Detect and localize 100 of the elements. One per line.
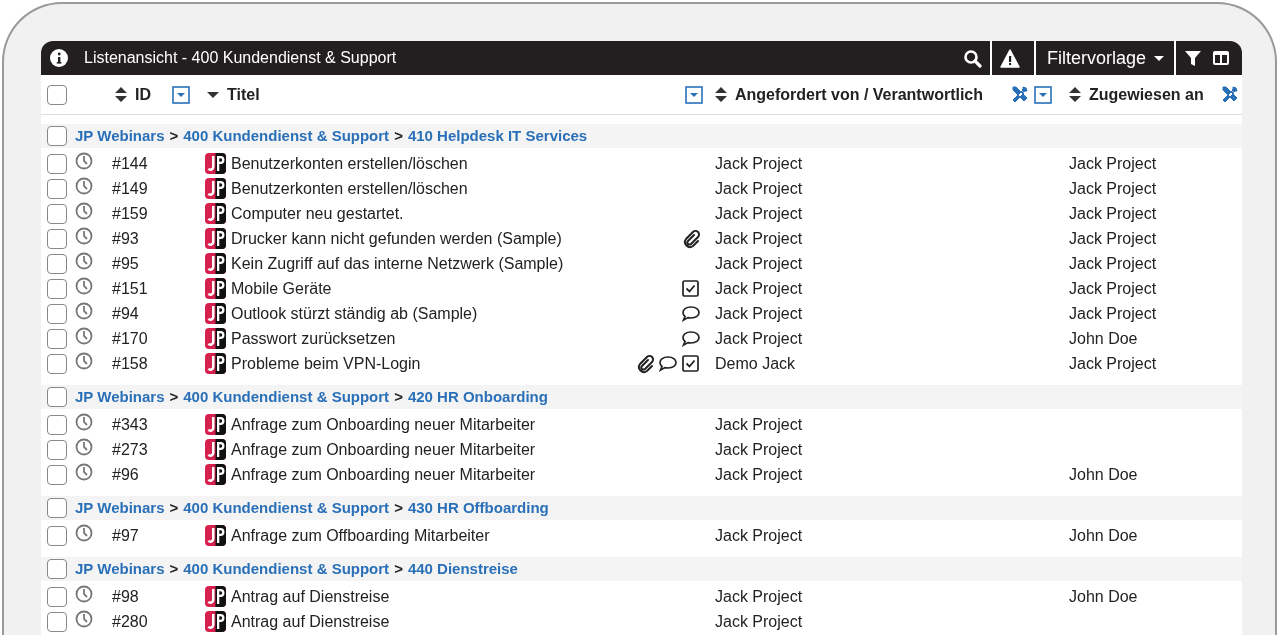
clock-icon xyxy=(75,251,93,270)
requester-name: Jack Project xyxy=(715,328,803,349)
sort-icon[interactable] xyxy=(1069,87,1081,102)
checkbox[interactable] xyxy=(47,498,67,518)
requester-name: Jack Project xyxy=(715,414,803,435)
checkbox[interactable] xyxy=(47,559,67,579)
checkbox-icon xyxy=(681,353,701,374)
column-header[interactable]: Angefordert von / Verantwortlich xyxy=(735,82,984,107)
ticket-title[interactable]: Drucker kann nicht gefunden werden (Sample) xyxy=(231,226,562,251)
ticket-title[interactable]: Anfrage zum Onboarding neuer Mitarbeiter xyxy=(231,412,536,437)
app-logo-icon xyxy=(205,203,226,224)
ticket-title[interactable]: Outlook stürzt ständig ab (Sample) xyxy=(231,301,478,326)
breadcrumb-link[interactable]: 430 HR Offboarding xyxy=(407,496,549,520)
ticket-title[interactable]: Anfrage zum Onboarding neuer Mitarbeiter xyxy=(231,437,536,462)
checkbox[interactable] xyxy=(47,126,67,146)
checkbox[interactable] xyxy=(47,253,67,274)
checkbox[interactable] xyxy=(47,328,67,349)
ticket-title[interactable]: Benutzerkonten erstellen/löschen xyxy=(231,176,468,201)
ticket-title[interactable]: Computer neu gestartet. xyxy=(231,201,404,226)
assignee-name: John Doe xyxy=(1069,586,1138,607)
app-logo-icon xyxy=(205,228,226,249)
requester-name: Jack Project xyxy=(715,203,803,224)
checkbox[interactable] xyxy=(47,464,67,485)
app-logo-icon xyxy=(205,303,226,324)
ticket-title[interactable]: Antrag auf Dienstreise xyxy=(231,609,390,634)
filter-icon xyxy=(1184,49,1202,67)
sort-icon[interactable] xyxy=(715,87,727,102)
breadcrumb-link[interactable]: JP Webinars xyxy=(75,496,165,520)
ticket-title[interactable]: Mobile Geräte xyxy=(231,276,332,301)
filter-button[interactable] xyxy=(1184,49,1202,67)
checkbox[interactable] xyxy=(47,525,67,546)
ticket-id: #96 xyxy=(112,464,139,485)
ticket-title[interactable]: Probleme beim VPN-Login xyxy=(231,351,421,376)
breadcrumb-link[interactable]: JP Webinars xyxy=(75,385,165,409)
column-filter-icon[interactable] xyxy=(685,85,703,104)
warning-button[interactable] xyxy=(999,48,1020,68)
column-filter-icon[interactable] xyxy=(172,85,190,104)
paperclip-icon xyxy=(681,228,701,249)
breadcrumb-link[interactable]: 400 Kundendienst & Support xyxy=(183,385,390,409)
ticket-id: #93 xyxy=(112,228,139,249)
checkbox[interactable] xyxy=(47,203,67,224)
filter-template-dropdown[interactable]: Filtervorlage xyxy=(1046,44,1164,72)
ticket-title[interactable]: Kein Zugriff auf das interne Netzwerk (Sample) xyxy=(231,251,564,276)
sort-icon[interactable] xyxy=(115,87,127,102)
assignee-name: Jack Project xyxy=(1069,228,1157,249)
checkbox[interactable] xyxy=(47,353,67,374)
clock-icon xyxy=(75,523,93,542)
requester-name: Jack Project xyxy=(715,278,803,299)
breadcrumb-link[interactable]: 400 Kundendienst & Support xyxy=(183,496,390,520)
checkbox-icon xyxy=(681,278,701,299)
app-logo-icon xyxy=(205,586,226,607)
tools-icon[interactable] xyxy=(1010,84,1030,105)
clock-icon xyxy=(75,326,93,345)
requester-name: Jack Project xyxy=(715,228,803,249)
column-header[interactable]: Titel xyxy=(227,82,260,107)
sort-descending-icon[interactable] xyxy=(207,91,219,98)
column-header[interactable]: ID xyxy=(135,82,151,107)
checkbox[interactable] xyxy=(47,439,67,460)
breadcrumb-link[interactable]: 400 Kundendienst & Support xyxy=(183,557,390,581)
column-filter-icon[interactable] xyxy=(1034,85,1052,104)
ticket-title[interactable]: Passwort zurücksetzen xyxy=(231,326,396,351)
ticket-title[interactable]: Antrag auf Dienstreise xyxy=(231,584,390,609)
breadcrumb-link[interactable]: 420 HR Onboarding xyxy=(407,385,548,409)
checkbox[interactable] xyxy=(47,153,67,174)
columns-button[interactable] xyxy=(1212,49,1230,67)
tools-icon[interactable] xyxy=(1219,84,1240,105)
search-button[interactable] xyxy=(962,48,982,68)
ticket-id: #158 xyxy=(112,353,148,374)
ticket-title[interactable]: Anfrage zum Onboarding neuer Mitarbeiter xyxy=(231,462,536,487)
checkbox[interactable] xyxy=(47,611,67,632)
warning-icon xyxy=(999,48,1020,68)
info-icon[interactable] xyxy=(50,49,68,67)
checkbox[interactable] xyxy=(47,228,67,249)
checkbox[interactable] xyxy=(47,586,67,607)
ticket-title[interactable]: Benutzerkonten erstellen/löschen xyxy=(231,151,468,176)
breadcrumb-link[interactable]: 400 Kundendienst & Support xyxy=(183,124,390,148)
ticket-id: #159 xyxy=(112,203,148,224)
checkbox[interactable] xyxy=(47,387,67,407)
clock-icon xyxy=(75,412,93,431)
assignee-name: Jack Project xyxy=(1069,153,1157,174)
breadcrumb-link[interactable]: JP Webinars xyxy=(75,124,165,148)
requester-name: Jack Project xyxy=(715,153,803,174)
assignee-name: John Doe xyxy=(1069,328,1138,349)
checkbox[interactable] xyxy=(47,303,67,324)
breadcrumb-link[interactable]: JP Webinars xyxy=(75,557,165,581)
breadcrumb-link[interactable]: 440 Dienstreise xyxy=(407,557,518,581)
checkbox[interactable] xyxy=(47,178,67,199)
search-icon xyxy=(962,48,982,68)
ticket-id: #170 xyxy=(112,328,148,349)
ticket-title[interactable]: Anfrage zum Offboarding Mitarbeiter xyxy=(231,523,490,548)
assignee-name: John Doe xyxy=(1069,525,1138,546)
clock-icon xyxy=(75,276,93,295)
checkbox[interactable] xyxy=(47,278,67,299)
breadcrumb-link[interactable]: 410 Helpdesk IT Services xyxy=(407,124,588,148)
checkbox[interactable] xyxy=(47,414,67,435)
column-header[interactable]: Zugewiesen an xyxy=(1089,82,1204,107)
app-logo-icon xyxy=(205,525,226,546)
clock-icon xyxy=(75,226,93,245)
checkbox[interactable] xyxy=(47,84,67,105)
list-title: Listenansicht - 400 Kundendienst & Support xyxy=(84,48,397,68)
